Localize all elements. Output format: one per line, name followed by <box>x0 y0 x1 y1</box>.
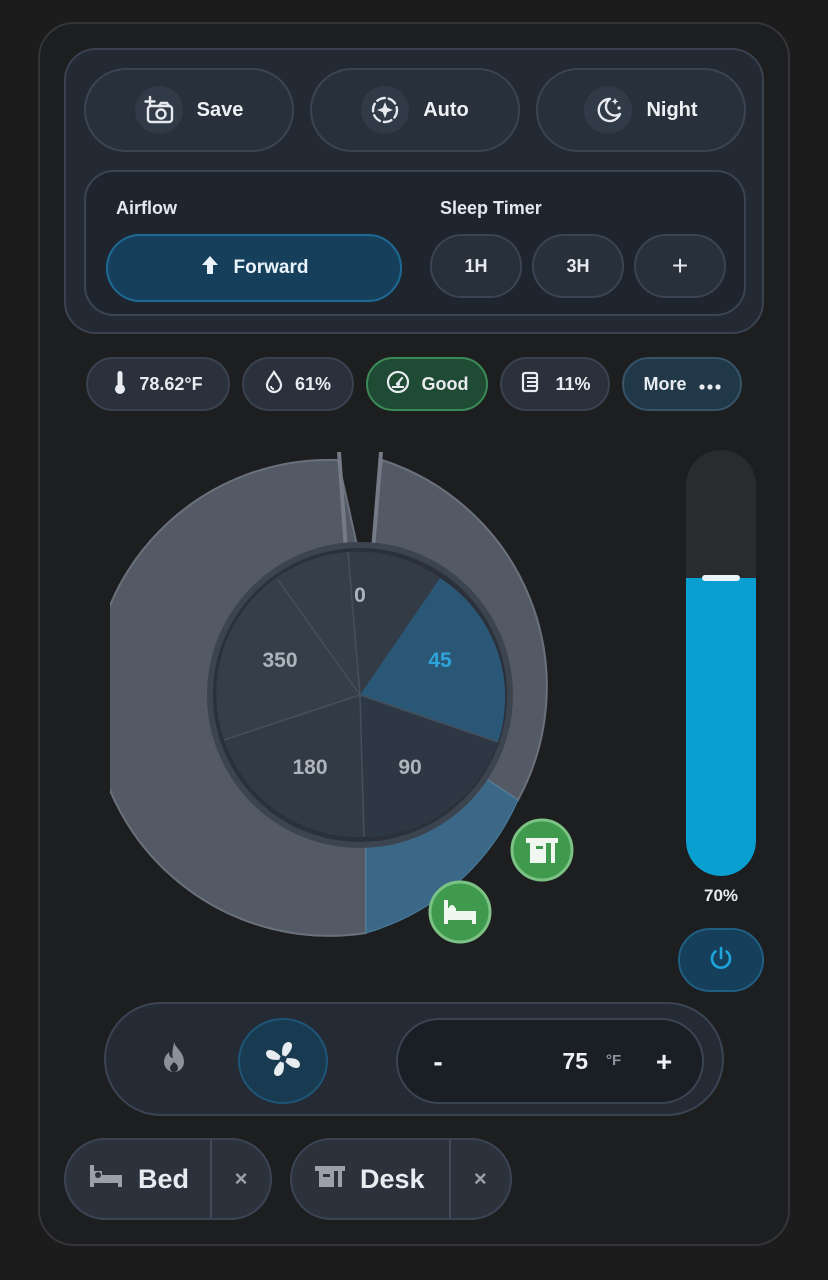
water-drop-icon <box>265 369 283 399</box>
timer-1h-button[interactable]: 1H <box>430 234 522 298</box>
camera-plus-icon <box>134 86 183 134</box>
more-button[interactable]: More <box>622 357 742 411</box>
flame-icon <box>159 1040 189 1081</box>
bed-icon <box>88 1163 124 1196</box>
dial-label-180: 180 <box>292 756 327 779</box>
humidity-pill: 61% <box>242 357 354 411</box>
timer-3h-button[interactable]: 3H <box>532 234 624 298</box>
temperature-unit: °F <box>606 1052 622 1069</box>
dial-label-350: 350 <box>262 649 297 672</box>
auto-mode-button[interactable]: Auto <box>310 68 520 152</box>
zone-desk-remove-button[interactable]: × <box>451 1140 510 1218</box>
dial-label-45: 45 <box>428 649 452 672</box>
auto-mode-label: Auto <box>423 98 469 121</box>
night-mode-label: Night <box>646 98 698 121</box>
airflow-timer-panel: Airflow Forward Sleep Timer 1H 3H + <box>84 170 746 316</box>
dial-label-90: 90 <box>398 756 421 779</box>
arrow-up-icon <box>200 254 220 282</box>
bed-zone-marker[interactable] <box>428 880 492 944</box>
controls-panel: Save Auto Night Airflow Forward Sleep Ti… <box>64 48 764 334</box>
fan-icon <box>261 1037 305 1086</box>
temperature-increase-button[interactable]: + <box>646 1040 682 1084</box>
desk-zone-marker[interactable] <box>510 818 574 882</box>
temperature-setpoint: 75 <box>562 1048 588 1074</box>
speed-slider[interactable] <box>686 450 756 876</box>
temperature-pill: 78.62°F <box>86 357 230 411</box>
zone-bed-remove-button[interactable]: × <box>212 1140 270 1218</box>
save-mode-button[interactable]: Save <box>84 68 294 152</box>
air-quality-value: Good <box>421 373 469 394</box>
airflow-label: Airflow <box>116 198 177 218</box>
mode-temperature-bar: - 75 °F + <box>104 1002 724 1116</box>
more-label: More <box>643 373 687 394</box>
auto-sparkle-icon <box>361 86 410 134</box>
moon-stars-icon <box>584 86 633 134</box>
filter-pill: 11% <box>500 357 610 411</box>
desk-icon <box>314 1164 346 1195</box>
desk-icon <box>526 838 558 863</box>
zone-desk-button[interactable]: Desk <box>292 1140 449 1218</box>
gauge-icon <box>386 370 410 399</box>
zone-bed-button[interactable]: Bed <box>66 1140 210 1218</box>
air-quality-pill: Good <box>366 357 488 411</box>
timer-add-button[interactable]: + <box>634 234 726 298</box>
temperature-value: 78.62°F <box>139 373 203 394</box>
heat-mode-button[interactable] <box>138 1024 210 1096</box>
zone-chip-desk: Desk × <box>290 1138 512 1220</box>
dial-label-0: 0 <box>354 584 366 607</box>
thermometer-icon <box>113 369 127 400</box>
direction-dial[interactable]: 0 45 90 180 350 <box>110 440 610 950</box>
sleep-timer-label: Sleep Timer <box>440 198 542 218</box>
speed-slider-handle[interactable] <box>702 575 740 581</box>
temperature-stepper: - 75 °F + <box>396 1018 704 1104</box>
speed-value: 70% <box>703 886 739 905</box>
fan-mode-button[interactable] <box>238 1018 328 1104</box>
zone-chip-bed: Bed × <box>64 1138 272 1220</box>
humidity-value: 61% <box>294 373 332 394</box>
airflow-forward-button[interactable]: Forward <box>106 234 402 302</box>
zone-desk-label: Desk <box>360 1163 425 1194</box>
save-mode-label: Save <box>196 98 244 121</box>
power-button[interactable] <box>678 928 764 992</box>
filter-value: 11% <box>555 373 591 394</box>
zone-bed-label: Bed <box>138 1163 190 1194</box>
temperature-decrease-button[interactable]: - <box>420 1040 456 1084</box>
night-mode-button[interactable]: Night <box>536 68 746 152</box>
filter-icon <box>519 370 543 399</box>
speed-slider-fill <box>686 578 756 876</box>
airflow-value: Forward <box>233 257 309 278</box>
more-dots-icon <box>698 374 721 395</box>
power-icon <box>707 944 735 977</box>
